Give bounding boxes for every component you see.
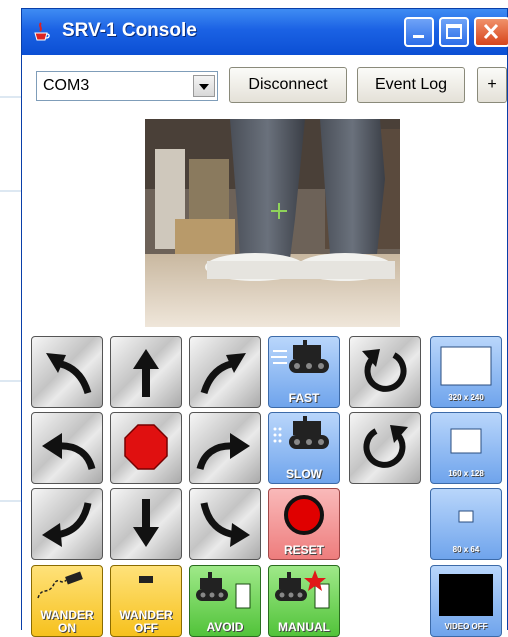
slow-label: SLOW	[286, 467, 322, 481]
close-icon	[483, 23, 499, 40]
resolution-320x240-button[interactable]: 320 x 240	[430, 336, 502, 408]
arrow-down-icon	[133, 499, 159, 547]
disconnect-button[interactable]: Disconnect	[229, 67, 347, 103]
background-line	[0, 380, 21, 382]
medium-frame-icon	[450, 428, 482, 454]
slow-robot-icon	[273, 416, 329, 449]
res-320-label: 320 x 240	[448, 393, 484, 402]
arrow-up-icon	[133, 349, 159, 397]
video-off-label: VIDEO OFF	[444, 622, 488, 631]
chevron-down-icon[interactable]	[193, 75, 215, 97]
avoid-label: AVOID	[206, 620, 244, 634]
camera-image	[145, 119, 400, 327]
wander-on-label: WANDER ON	[32, 609, 102, 635]
maximize-icon	[446, 24, 462, 39]
maximize-button[interactable]	[439, 17, 469, 47]
wander-off-line1: WANDER	[119, 608, 173, 622]
curve-up-left-arrow-icon	[46, 353, 92, 395]
curve-up-right-arrow-icon	[200, 353, 246, 395]
wander-on-line2: ON	[58, 621, 76, 635]
srv1-console-window: SRV-1 Console COM3 Disconnect Event Log …	[21, 8, 508, 637]
res-80-label: 80 x 64	[452, 545, 480, 554]
event-log-button[interactable]: Event Log	[357, 67, 465, 103]
background-line	[0, 96, 21, 98]
forward-button[interactable]	[110, 336, 182, 408]
manual-button[interactable]: MANUAL	[268, 565, 340, 637]
wander-on-button[interactable]: WANDER ON	[31, 565, 103, 637]
com-port-select[interactable]: COM3	[36, 71, 218, 101]
res-160-label: 160 x 128	[448, 469, 484, 478]
fast-speed-button[interactable]: FAST	[268, 336, 340, 408]
stopped-robot-icon	[139, 576, 153, 583]
resolution-160x128-button[interactable]: 160 x 128	[430, 412, 502, 484]
minimize-button[interactable]	[404, 17, 434, 47]
plus-button[interactable]: +	[477, 67, 507, 103]
background-line	[0, 500, 21, 502]
wander-off-label: WANDER OFF	[111, 609, 181, 635]
pivot-left-button[interactable]	[31, 412, 103, 484]
minimize-icon	[413, 35, 424, 38]
java-cup-icon	[34, 22, 50, 41]
background-line	[0, 190, 21, 192]
fast-label: FAST	[288, 391, 320, 405]
turn-left-forward-button[interactable]	[31, 336, 103, 408]
fast-robot-icon	[271, 340, 329, 373]
curve-down-left-arrow-icon	[42, 502, 92, 547]
reset-label: RESET	[283, 543, 324, 557]
avoid-robot-icon	[196, 572, 251, 609]
wander-off-button[interactable]: WANDER OFF	[110, 565, 182, 637]
com-port-value: COM3	[43, 77, 90, 94]
manual-robot-icon	[275, 570, 330, 609]
rotate-right-button[interactable]	[349, 412, 421, 484]
reset-circle-icon	[284, 495, 324, 535]
wander-path-icon	[37, 571, 83, 599]
title-bar[interactable]: SRV-1 Console	[22, 9, 508, 55]
window-title: SRV-1 Console	[62, 20, 197, 41]
reset-button[interactable]: RESET	[268, 488, 340, 560]
rotate-counterclockwise-icon	[362, 349, 407, 392]
resolution-80x64-button[interactable]: 80 x 64	[430, 488, 502, 560]
pivot-right-button[interactable]	[189, 412, 261, 484]
reverse-right-button[interactable]	[189, 488, 261, 560]
console-body: COM3 Disconnect Event Log + FAST 320 x 2…	[22, 55, 507, 637]
small-frame-icon	[458, 510, 474, 523]
rotate-clockwise-icon	[363, 425, 408, 468]
avoid-button[interactable]: AVOID	[189, 565, 261, 637]
close-button[interactable]	[474, 17, 508, 47]
slow-speed-button[interactable]: SLOW	[268, 412, 340, 484]
reverse-button[interactable]	[110, 488, 182, 560]
curve-left-arrow-icon	[42, 433, 96, 471]
turn-right-forward-button[interactable]	[189, 336, 261, 408]
stop-button[interactable]	[110, 412, 182, 484]
video-off-button[interactable]: VIDEO OFF	[430, 565, 502, 637]
wander-on-line1: WANDER	[40, 608, 94, 622]
stop-octagon-icon	[124, 424, 168, 470]
curve-right-arrow-icon	[196, 433, 250, 471]
video-feed	[145, 119, 400, 327]
curve-down-right-arrow-icon	[200, 502, 250, 547]
wander-off-line2: OFF	[134, 621, 158, 635]
reverse-left-button[interactable]	[31, 488, 103, 560]
video-off-screen-icon	[439, 574, 493, 616]
large-frame-icon	[440, 346, 492, 386]
manual-label: MANUAL	[278, 620, 330, 634]
rotate-left-button[interactable]	[349, 336, 421, 408]
